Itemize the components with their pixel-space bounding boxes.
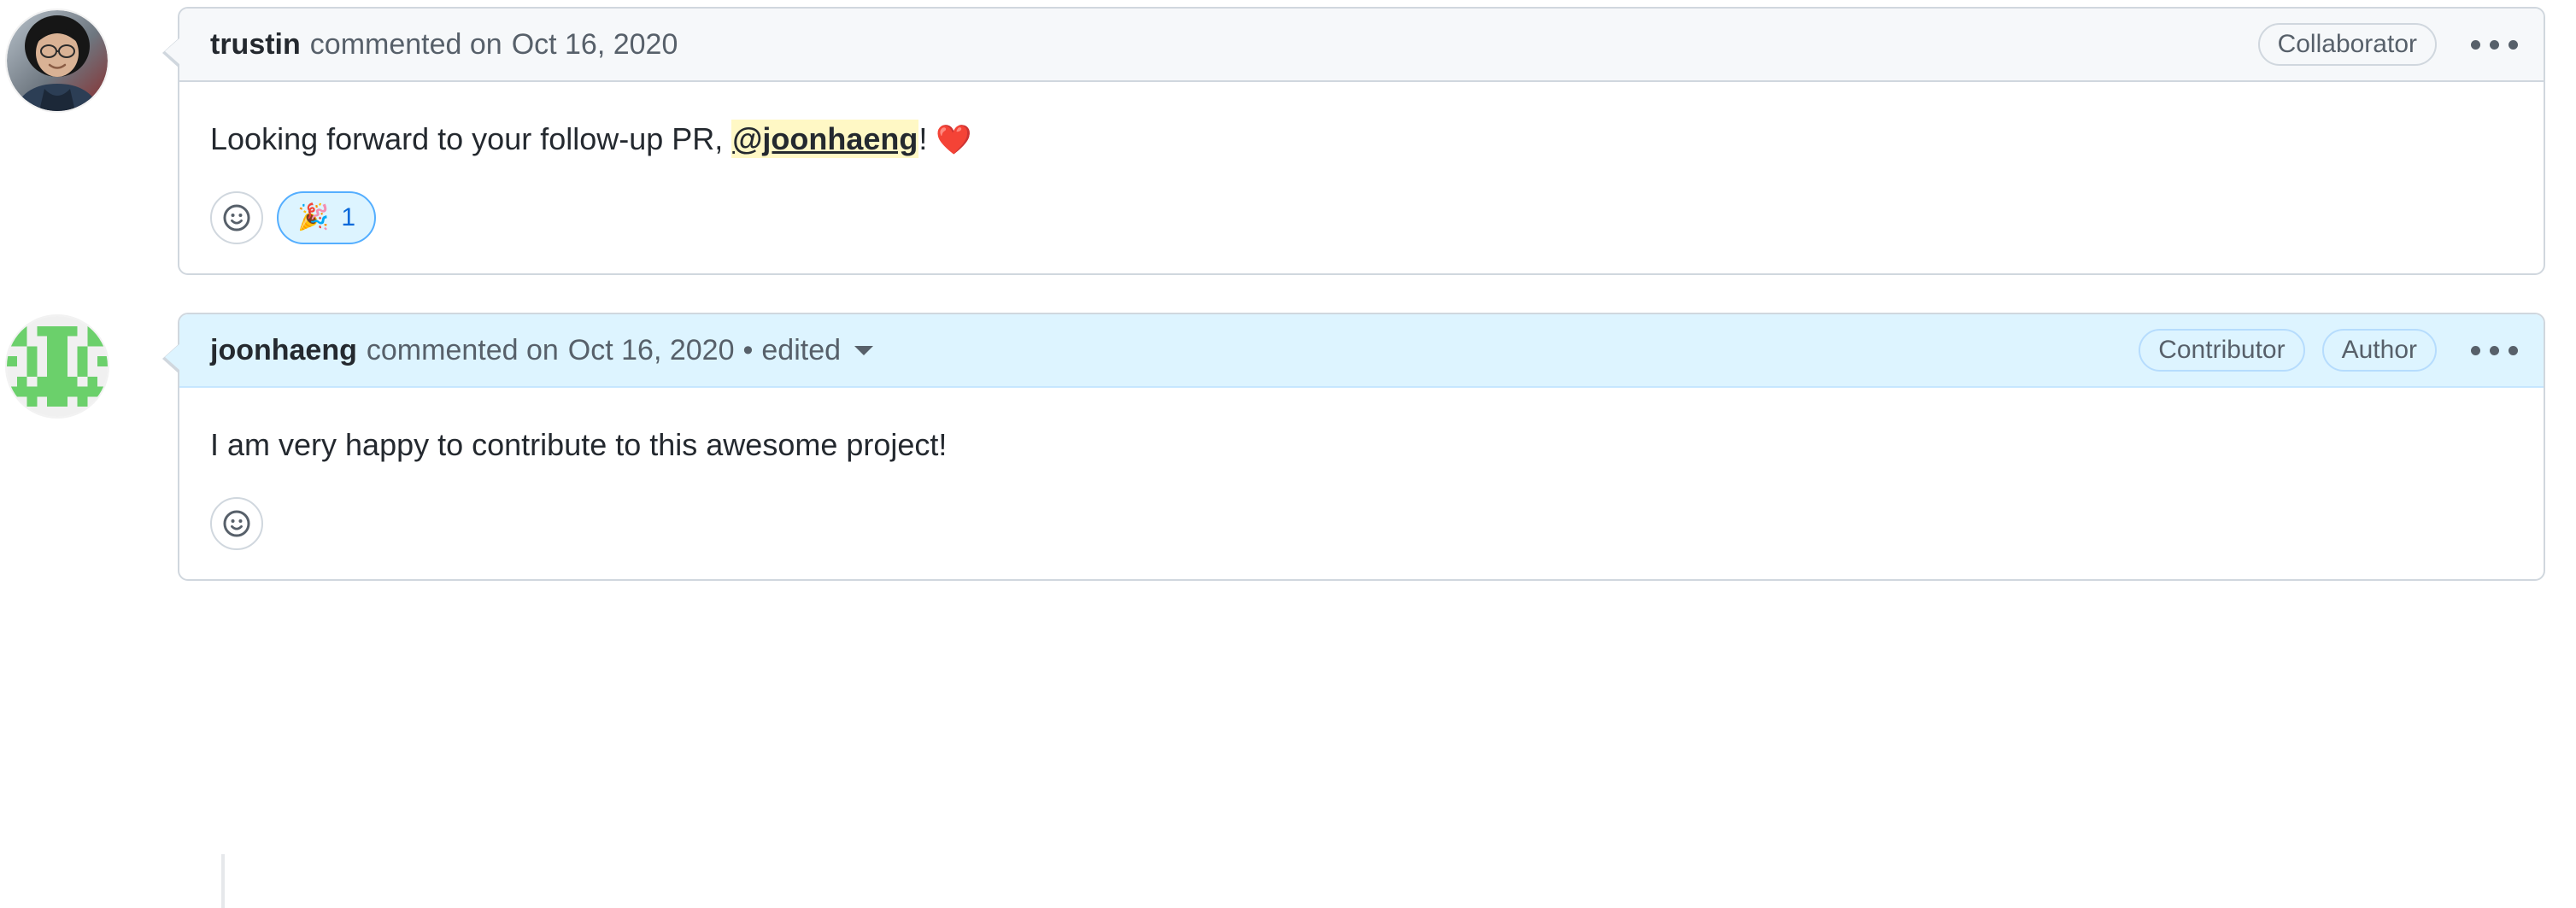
kebab-dot-icon	[2490, 345, 2499, 355]
comment-header: joonhaeng commented on Oct 16, 2020 • ed…	[179, 314, 2544, 388]
comment-trustin: trustin commented on Oct 16, 2020 Collab…	[0, 0, 2576, 275]
comment-timestamp[interactable]: Oct 16, 2020	[568, 334, 735, 367]
badge-author: Author	[2321, 329, 2437, 372]
comment-verb: commented on	[309, 27, 502, 61]
chevron-down-icon[interactable]	[854, 345, 874, 355]
reaction-count: 1	[341, 203, 356, 231]
badge-collaborator: Collaborator	[2257, 23, 2437, 66]
kebab-dot-icon	[2509, 39, 2518, 50]
avatar-cell	[0, 313, 178, 417]
edited-label[interactable]: edited	[761, 334, 841, 367]
avatar-cell	[0, 7, 178, 111]
comment-joonhaeng: joonhaeng commented on Oct 16, 2020 • ed…	[0, 275, 2576, 581]
comment-body: I am very happy to contribute to this aw…	[179, 388, 2544, 468]
comment-text: Looking forward to your follow-up PR, @j…	[210, 116, 2513, 162]
heart-emoji: ❤️	[936, 124, 972, 156]
comment-header: trustin commented on Oct 16, 2020 Collab…	[179, 9, 2544, 82]
comment-timestamp[interactable]: Oct 16, 2020	[512, 28, 678, 62]
kebab-dot-icon	[2471, 345, 2480, 355]
add-reaction-button[interactable]	[210, 497, 263, 550]
smiley-icon	[223, 204, 250, 231]
identicon-avatar[interactable]	[7, 316, 108, 417]
kebab-dot-icon	[2490, 39, 2499, 50]
hooray-reaction-button[interactable]: 🎉 1	[277, 191, 377, 244]
comment-bubble: trustin commented on Oct 16, 2020 Collab…	[162, 7, 2545, 275]
edited-separator: •	[742, 333, 754, 366]
add-reaction-button[interactable]	[210, 191, 263, 244]
comment-text-part: !	[918, 121, 936, 156]
badge-contributor: Contributor	[2139, 329, 2305, 372]
photo-avatar[interactable]	[7, 10, 108, 111]
comment-thread: trustin commented on Oct 16, 2020 Collab…	[0, 0, 2576, 908]
hooray-emoji: 🎉	[297, 203, 330, 231]
reaction-bar: 🎉 1	[179, 162, 2544, 273]
comment-text-part: Looking forward to your follow-up PR,	[210, 121, 732, 156]
comment-menu-button[interactable]	[2467, 35, 2521, 55]
thread-connector-line-lower	[221, 854, 225, 908]
comment-byline: trustin commented on Oct 16, 2020	[210, 28, 678, 62]
kebab-dot-icon	[2471, 39, 2480, 50]
smiley-icon	[223, 510, 250, 537]
comment-byline: joonhaeng commented on Oct 16, 2020 • ed…	[210, 333, 874, 367]
comment-bubble-wrap: trustin commented on Oct 16, 2020 Collab…	[162, 7, 2545, 275]
comment-bubble: joonhaeng commented on Oct 16, 2020 • ed…	[162, 313, 2545, 581]
comment-menu-button[interactable]	[2467, 341, 2521, 360]
comment-author-link[interactable]: joonhaeng	[210, 334, 357, 367]
comment-author-link[interactable]: trustin	[210, 28, 301, 62]
comment-verb: commented on	[366, 333, 559, 366]
user-mention-link[interactable]: @joonhaeng	[731, 120, 919, 158]
comment-bubble-wrap: joonhaeng commented on Oct 16, 2020 • ed…	[162, 313, 2545, 581]
comment-body: Looking forward to your follow-up PR, @j…	[179, 82, 2544, 162]
comment-text: I am very happy to contribute to this aw…	[210, 427, 948, 462]
kebab-dot-icon	[2509, 345, 2518, 355]
reaction-bar	[179, 468, 2544, 579]
